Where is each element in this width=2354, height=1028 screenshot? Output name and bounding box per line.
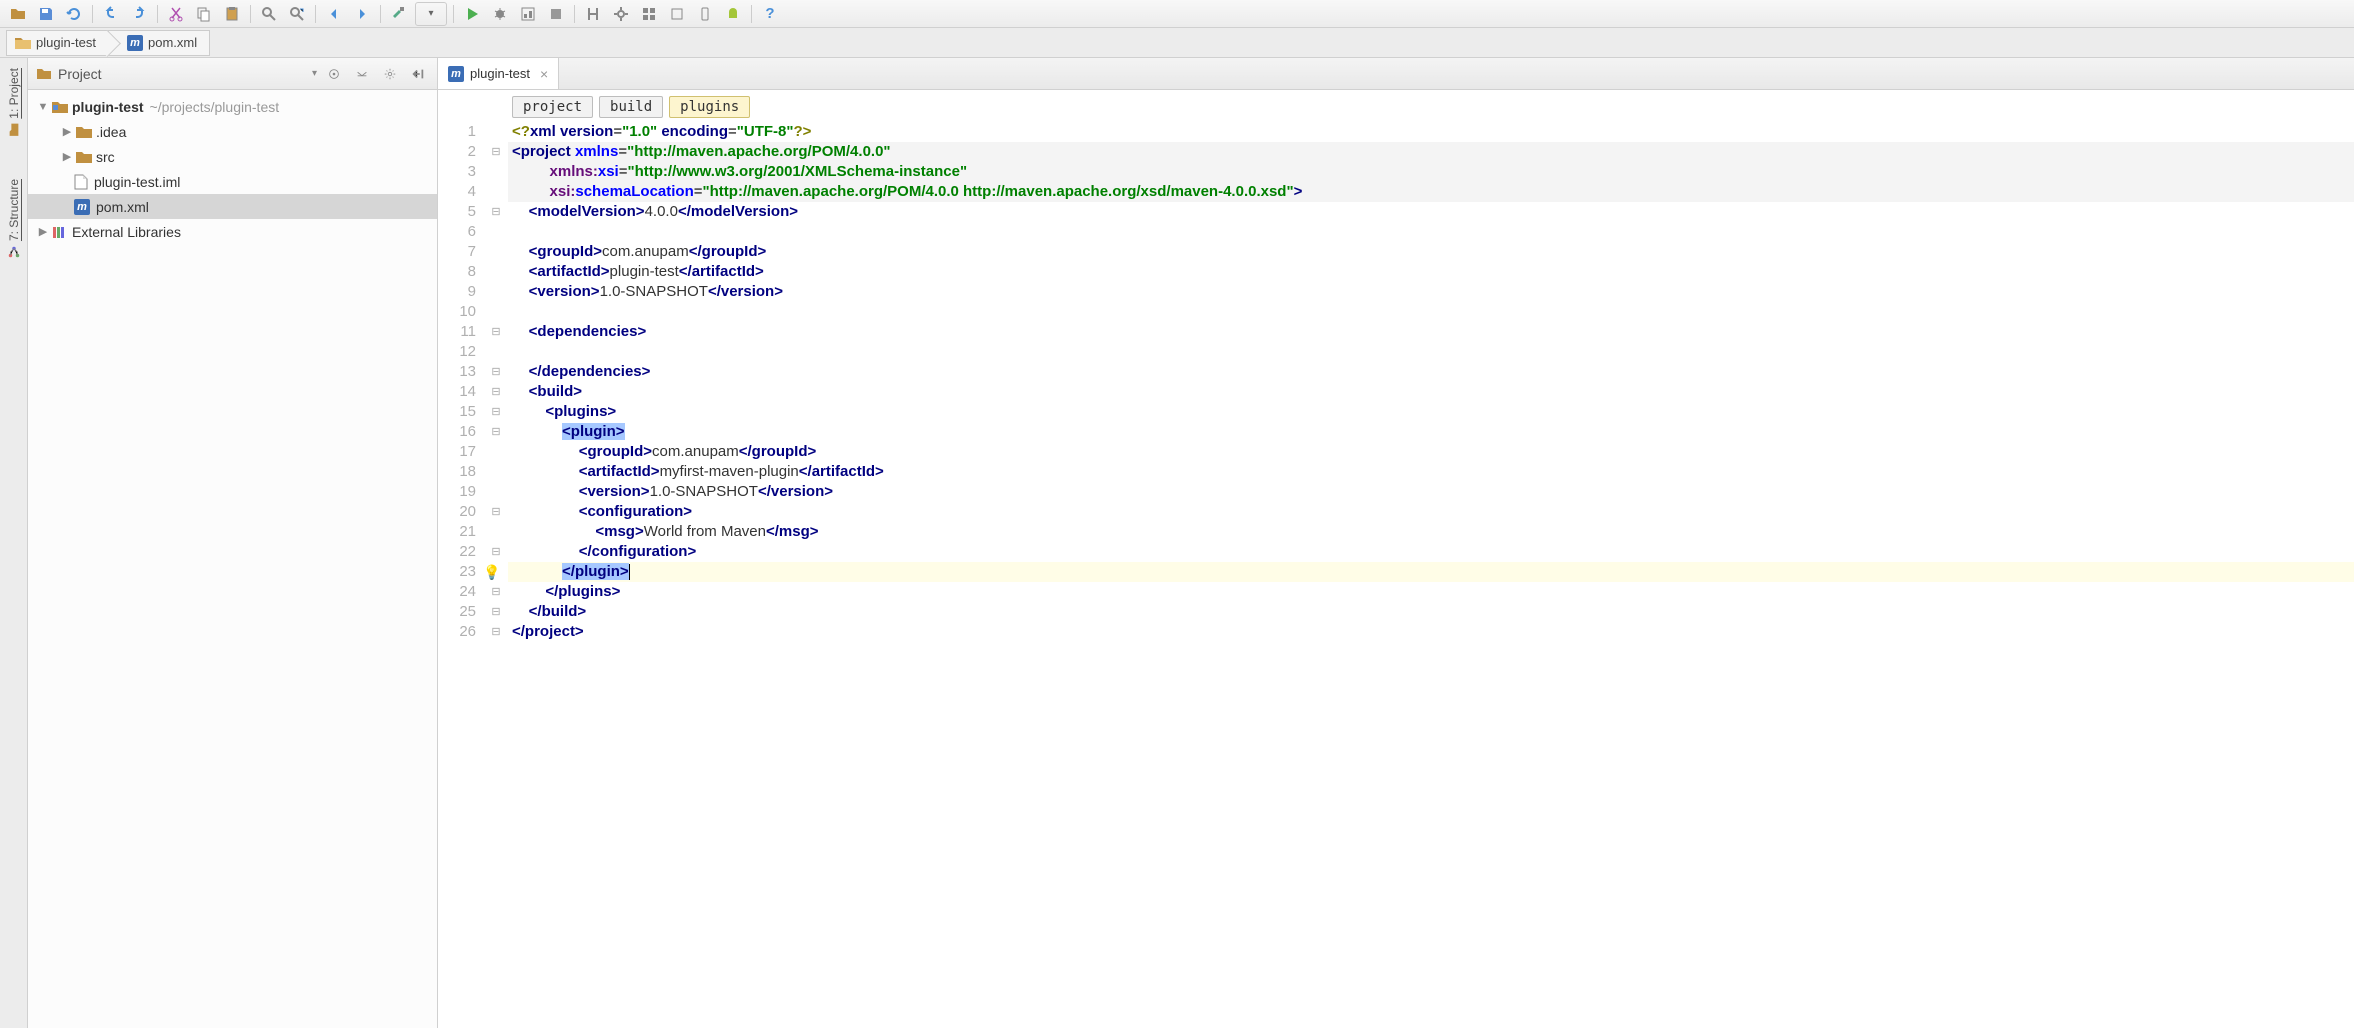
tree-root[interactable]: ▼ plugin-test ~/projects/plugin-test [28,94,437,119]
tree-file-iml[interactable]: plugin-test.iml [28,169,437,194]
tool-window-project[interactable]: 1: Project [5,62,23,143]
libraries-icon [52,225,70,239]
tool-window-structure[interactable]: 7: Structure [5,173,23,265]
project-panel: Project ▾ ▼ plugin-test ~/projects/plugi… [28,58,438,1028]
xml-crumb-plugins[interactable]: plugins [669,96,750,118]
code-editor[interactable]: 1234567891011121314151617181920212223242… [438,122,2354,1028]
vcs-icon[interactable] [581,2,605,26]
hide-icon[interactable] [407,63,429,85]
forward-icon[interactable] [350,2,374,26]
build-icon[interactable] [387,2,411,26]
xml-crumb-project[interactable]: project [512,96,593,118]
breadcrumb: plugin-test m pom.xml [0,28,2354,58]
paste-icon[interactable] [220,2,244,26]
dropdown-icon[interactable]: ▾ [312,68,317,79]
cut-icon[interactable] [164,2,188,26]
redo-icon[interactable] [127,2,151,26]
run-icon[interactable] [460,2,484,26]
xml-crumb-build[interactable]: build [599,96,663,118]
crumb-project[interactable]: plugin-test [6,30,109,56]
open-icon[interactable] [6,2,30,26]
back-icon[interactable] [322,2,346,26]
collapse-icon[interactable] [351,63,373,85]
line-number-gutter: 1234567891011121314151617181920212223242… [438,122,484,1028]
run-config-dropdown[interactable]: ▾ [415,2,447,26]
copy-icon[interactable] [192,2,216,26]
structure-icon[interactable] [637,2,661,26]
avd-icon[interactable] [693,2,717,26]
expand-icon[interactable]: ▼ [36,101,50,113]
main-toolbar: ▾ ? [0,0,2354,28]
crumb-file[interactable]: m pom.xml [108,30,210,56]
refresh-icon[interactable] [62,2,86,26]
project-tree[interactable]: ▼ plugin-test ~/projects/plugin-test ▶ .… [28,90,437,1028]
panel-title: Project [58,66,102,82]
folder-icon [15,36,31,50]
tree-folder-idea[interactable]: ▶ .idea [28,119,437,144]
crumb-label: plugin-test [36,35,96,50]
stop-icon[interactable] [544,2,568,26]
project-panel-header: Project ▾ [28,58,437,90]
maven-icon: m [448,66,464,82]
debug-icon[interactable] [488,2,512,26]
editor-area: m plugin-test × project build plugins 12… [438,58,2354,1028]
crumb-label: pom.xml [148,35,197,50]
gear-icon[interactable] [379,63,401,85]
expand-icon[interactable]: ▶ [36,225,50,238]
folder-icon [76,150,94,164]
coverage-icon[interactable] [516,2,540,26]
xml-breadcrumb: project build plugins [438,90,2354,122]
settings-icon[interactable] [609,2,633,26]
folder-icon [76,125,94,139]
expand-icon[interactable]: ▶ [60,125,74,138]
file-icon [74,174,92,190]
maven-icon: m [74,199,90,215]
editor-tabs: m plugin-test × [438,58,2354,90]
replace-icon[interactable] [285,2,309,26]
close-icon[interactable]: × [540,66,548,82]
tree-folder-src[interactable]: ▶ src [28,144,437,169]
find-icon[interactable] [257,2,281,26]
sdk-icon[interactable] [665,2,689,26]
help-icon[interactable]: ? [758,2,782,26]
code-content[interactable]: <?xml version="1.0" encoding="UTF-8"?><p… [508,122,2354,1028]
editor-tab-plugin-test[interactable]: m plugin-test × [438,58,559,89]
maven-icon: m [127,35,143,51]
locate-icon[interactable] [323,63,345,85]
android-icon[interactable] [721,2,745,26]
project-icon [36,66,52,82]
module-icon [52,100,70,114]
left-tool-window-bar: 1: Project 7: Structure [0,58,28,1028]
tree-file-pom[interactable]: m pom.xml [28,194,437,219]
expand-icon[interactable]: ▶ [60,150,74,163]
tree-external-libraries[interactable]: ▶ External Libraries [28,219,437,244]
fold-gutter[interactable]: ⊟⊟⊟⊟⊟⊟⊟⊟⊟💡⊟⊟⊟ [484,122,508,1028]
save-icon[interactable] [34,2,58,26]
undo-icon[interactable] [99,2,123,26]
